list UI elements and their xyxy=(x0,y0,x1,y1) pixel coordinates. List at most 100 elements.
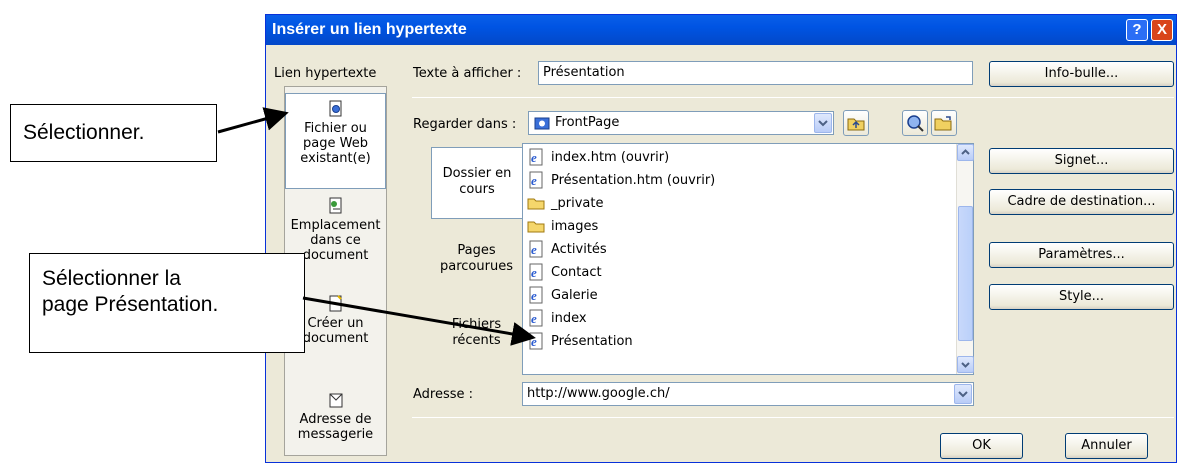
web-page-icon: e xyxy=(529,332,543,350)
tab-current-folder-line2: cours xyxy=(459,182,495,197)
separator xyxy=(412,97,1174,98)
insert-hyperlink-dialog: Insérer un lien hypertexte ? X Lien hype… xyxy=(265,14,1177,463)
web-page-icon: e xyxy=(529,263,543,281)
callout-select-page: Sélectionner la page Présentation. xyxy=(29,253,305,353)
callout-select-page-line2: page Présentation. xyxy=(42,293,219,316)
tab-current-folder-line1: Dossier en xyxy=(442,166,512,181)
file-list-item[interactable]: _private xyxy=(527,192,603,214)
link-existing-line3: existant(e) xyxy=(300,151,371,166)
address-dropdown-arrow[interactable] xyxy=(954,384,972,404)
folder-icon xyxy=(527,221,545,233)
file-name: Galerie xyxy=(551,287,598,303)
file-name: Contact xyxy=(551,264,602,280)
style-button[interactable]: Style... xyxy=(989,284,1174,310)
place-in-document-icon xyxy=(329,197,341,214)
file-list-item[interactable]: e Activités xyxy=(527,238,607,260)
link-place-line1: Emplacement xyxy=(290,218,381,233)
text-to-display-input[interactable]: Présentation xyxy=(538,61,973,85)
file-name: Présentation.htm (ouvrir) xyxy=(551,172,716,188)
chevron-up-icon xyxy=(961,149,970,155)
callout-select-page-line1: Sélectionner la xyxy=(42,267,181,290)
browse-web-button[interactable] xyxy=(902,110,928,136)
svg-text:e: e xyxy=(531,334,537,349)
folder-icon xyxy=(527,198,545,210)
file-name: Activités xyxy=(551,241,607,257)
browse-web-icon xyxy=(907,115,924,132)
look-in-combo[interactable]: FrontPage xyxy=(528,111,834,135)
web-page-icon: e xyxy=(529,309,543,327)
chevron-down-icon xyxy=(958,391,968,398)
svg-text:e: e xyxy=(531,311,537,326)
up-one-folder-button[interactable] xyxy=(843,110,869,136)
scroll-up-button[interactable] xyxy=(957,144,974,161)
link-existing-line2: page Web xyxy=(303,136,368,151)
tab-current-folder[interactable]: Dossier en cours xyxy=(431,147,522,219)
file-list-item[interactable]: e Présentation xyxy=(527,330,633,352)
chevron-down-icon xyxy=(818,120,828,127)
title-bar: Insérer un lien hypertexte ? X xyxy=(266,15,1176,45)
web-page-icon: e xyxy=(529,286,543,304)
parameters-button[interactable]: Paramètres... xyxy=(989,242,1174,268)
address-value: http://www.google.ch/ xyxy=(527,386,670,401)
tab-browsed-pages[interactable]: Pages parcourues xyxy=(431,243,522,293)
file-list-item[interactable]: e index.htm (ouvrir) xyxy=(527,146,669,168)
svg-text:e: e xyxy=(531,265,537,280)
tab-browsed-line1: Pages xyxy=(457,243,496,258)
help-button[interactable]: ? xyxy=(1126,19,1148,41)
file-list-item[interactable]: e index xyxy=(527,307,587,329)
scroll-thumb[interactable] xyxy=(958,206,973,341)
screen-tip-button[interactable]: Info-bulle... xyxy=(989,61,1174,87)
tab-recent-line2: récents xyxy=(452,333,501,348)
file-list[interactable]: e index.htm (ouvrir) e Présentation.htm (ou… xyxy=(522,143,974,375)
svg-text:e: e xyxy=(531,150,537,165)
link-existing-line1: Fichier ou xyxy=(304,121,367,136)
tab-recent-files[interactable]: Fichiers récents xyxy=(431,317,522,367)
file-list-item[interactable]: images xyxy=(527,215,598,237)
new-document-icon xyxy=(329,295,342,312)
separator xyxy=(412,417,1174,418)
link-email-line1: Adresse de xyxy=(299,412,372,427)
look-in-value: FrontPage xyxy=(555,115,620,130)
web-page-icon: e xyxy=(529,240,543,258)
chevron-down-icon xyxy=(961,362,970,368)
look-in-label: Regarder dans : xyxy=(413,117,517,132)
svg-text:e: e xyxy=(531,242,537,257)
address-label: Adresse : xyxy=(413,387,474,402)
look-in-dropdown-arrow[interactable] xyxy=(814,113,832,133)
file-name: index xyxy=(551,310,587,326)
dialog-title: Insérer un lien hypertexte xyxy=(272,21,467,38)
text-to-display-label: Texte à afficher : xyxy=(413,66,522,81)
up-folder-icon xyxy=(847,118,865,131)
web-page-icon: e xyxy=(529,148,543,166)
file-name: Présentation xyxy=(551,333,633,349)
svg-text:e: e xyxy=(531,288,537,303)
ok-button[interactable]: OK xyxy=(940,433,1023,459)
web-page-icon: e xyxy=(529,171,543,189)
tab-browsed-line2: parcourues xyxy=(440,259,513,274)
callout-select: Sélectionner. xyxy=(10,104,217,162)
link-email-line2: messagerie xyxy=(297,427,374,442)
link-email-address[interactable]: Adresse de messagerie xyxy=(285,387,386,453)
scroll-down-button[interactable] xyxy=(957,356,974,373)
file-list-item[interactable]: e Galerie xyxy=(527,284,598,306)
file-list-scrollbar[interactable] xyxy=(956,144,974,374)
callout-select-text: Sélectionner. xyxy=(23,121,145,144)
link-existing-file[interactable]: Fichier ou page Web existant(e) xyxy=(285,93,386,189)
link-place-line2: dans ce xyxy=(310,233,361,248)
file-name: index.htm (ouvrir) xyxy=(551,149,670,165)
target-frame-button[interactable]: Cadre de destination... xyxy=(989,189,1174,215)
open-folder-icon xyxy=(934,116,952,131)
browse-file-button[interactable] xyxy=(931,110,957,136)
bookmark-button[interactable]: Signet... xyxy=(989,148,1174,174)
svg-text:e: e xyxy=(531,173,537,188)
web-folder-icon xyxy=(534,117,550,130)
file-list-item[interactable]: e Présentation.htm (ouvrir) xyxy=(527,169,715,191)
file-list-item[interactable]: e Contact xyxy=(527,261,602,283)
cancel-button[interactable]: Annuler xyxy=(1065,433,1148,459)
close-button[interactable]: X xyxy=(1151,19,1173,41)
address-input[interactable]: http://www.google.ch/ xyxy=(522,382,974,406)
email-address-icon xyxy=(329,393,342,408)
link-to-label: Lien hypertexte xyxy=(274,66,377,81)
tab-recent-line1: Fichiers xyxy=(451,317,502,332)
existing-file-icon xyxy=(329,100,341,117)
